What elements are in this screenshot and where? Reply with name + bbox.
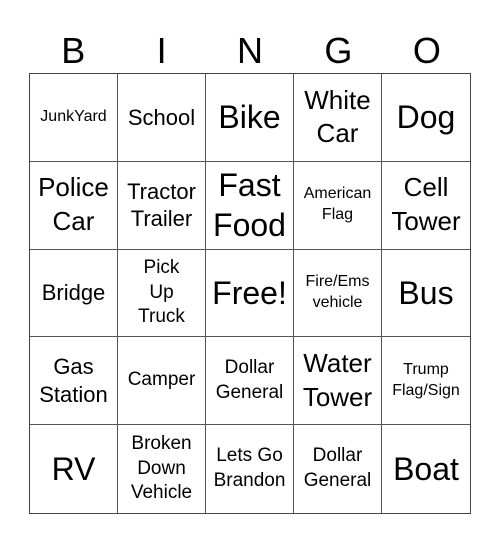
cell-text: American Flag xyxy=(303,185,372,224)
cell-text: RV xyxy=(51,451,96,488)
cell-text: Bike xyxy=(218,99,281,136)
bingo-cell[interactable]: Dollar General xyxy=(206,337,294,426)
cell-text: Broken Down Vehicle xyxy=(130,433,193,504)
cell-text: Cell Tower xyxy=(391,172,461,237)
header-letter-n: N xyxy=(237,30,264,71)
bingo-cell[interactable]: White Car xyxy=(294,74,382,162)
cell-text: Water Tower xyxy=(302,347,373,412)
cell-text: Fire/Ems vehicle xyxy=(305,273,370,311)
bingo-cell[interactable]: JunkYard xyxy=(30,74,118,162)
bingo-cell[interactable]: School xyxy=(118,74,206,162)
cell-text: Bus xyxy=(398,274,454,311)
bingo-cell[interactable]: Pick Up Truck xyxy=(118,249,206,338)
bingo-cell[interactable]: Dog xyxy=(382,74,470,162)
bingo-cell[interactable]: Fire/Ems vehicle xyxy=(294,249,382,338)
bingo-cell[interactable]: Dollar General xyxy=(294,425,382,513)
cell-text: Trump Flag/Sign xyxy=(392,360,460,399)
header-letter-b: B xyxy=(61,30,86,71)
cell-text: JunkYard xyxy=(40,108,107,125)
cell-text: Boat xyxy=(393,451,459,488)
bingo-header: B I N G O xyxy=(29,28,471,73)
cell-text: Bridge xyxy=(41,280,106,306)
header-letter-g: G xyxy=(324,30,353,71)
bingo-cell[interactable]: Broken Down Vehicle xyxy=(118,425,206,513)
bingo-cell[interactable]: Tractor Trailer xyxy=(118,161,206,250)
bingo-cell[interactable]: Boat xyxy=(382,425,470,513)
bingo-cell[interactable]: Lets Go Brandon xyxy=(206,425,294,513)
cell-text: Fast Food xyxy=(213,167,286,244)
cell-text: Dollar General xyxy=(303,445,372,492)
bingo-cell[interactable]: American Flag xyxy=(294,161,382,250)
cell-text: Gas Station xyxy=(39,354,108,407)
bingo-cell[interactable]: Trump Flag/Sign xyxy=(382,337,470,426)
free-space-cell[interactable]: Free! xyxy=(206,249,294,338)
cell-text: Free! xyxy=(212,274,287,311)
header-letter-i: I xyxy=(156,30,167,71)
bingo-cell[interactable]: RV xyxy=(30,425,118,513)
bingo-cell[interactable]: Police Car xyxy=(30,161,118,250)
cell-text: Camper xyxy=(127,369,196,391)
bingo-cell[interactable]: Bus xyxy=(382,250,470,338)
cell-text: White Car xyxy=(304,84,371,149)
bingo-cell[interactable]: Gas Station xyxy=(30,337,118,426)
bingo-cell[interactable]: Bike xyxy=(206,74,294,162)
cell-text: Lets Go Brandon xyxy=(213,445,286,492)
bingo-cell[interactable]: Camper xyxy=(118,337,206,426)
cell-text: Tractor Trailer xyxy=(127,178,196,232)
cell-text: Police Car xyxy=(38,172,109,237)
cell-text: School xyxy=(127,104,196,130)
cell-text: Dog xyxy=(396,99,456,136)
bingo-grid: JunkYard School Bike White Car Dog Police… xyxy=(29,73,471,514)
header-letter-o: O xyxy=(412,30,441,71)
bingo-cell[interactable]: Water Tower xyxy=(294,337,382,426)
cell-text: Dollar General xyxy=(215,357,284,403)
bingo-cell[interactable]: Fast Food xyxy=(206,161,294,250)
bingo-cell[interactable]: Bridge xyxy=(30,249,118,338)
cell-text: Pick Up Truck xyxy=(138,256,185,328)
bingo-cell[interactable]: Cell Tower xyxy=(382,162,470,250)
